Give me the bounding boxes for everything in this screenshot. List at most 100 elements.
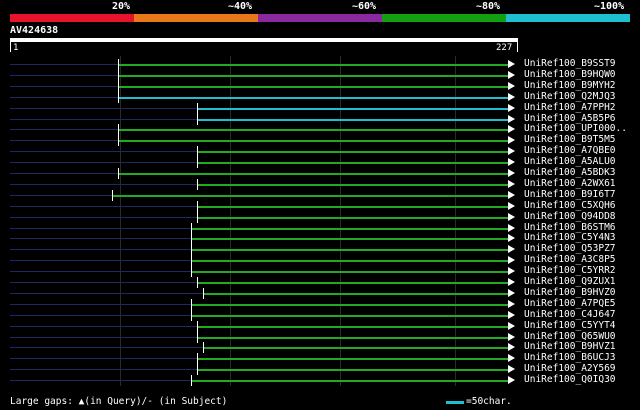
unaligned-region-line xyxy=(10,238,191,240)
alignment-bar[interactable] xyxy=(196,118,508,121)
alignment-bar[interactable] xyxy=(202,347,508,350)
alignment-bar[interactable] xyxy=(112,194,508,197)
alignment-bar[interactable] xyxy=(190,238,508,241)
hit-name[interactable]: UniRef100_B9HVZ0 xyxy=(524,287,616,298)
hit-name[interactable]: UniRef100_A5BDK3 xyxy=(524,167,616,178)
alignment-bar[interactable] xyxy=(196,369,508,372)
alignment-bar[interactable] xyxy=(190,271,508,274)
hit-name[interactable]: UniRef100_C5Y4N3 xyxy=(524,232,616,243)
unaligned-region-line xyxy=(10,336,197,338)
arrow-right-icon xyxy=(508,212,515,221)
hit-row[interactable]: UniRef100_Q0IQ30 xyxy=(0,374,640,387)
legend-label-20: 20% xyxy=(112,1,131,12)
hit-name[interactable]: UniRef100_A5ALU0 xyxy=(524,156,616,167)
hit-name[interactable]: UniRef100_Q0IQ30 xyxy=(524,374,616,385)
arrow-right-icon xyxy=(508,70,515,79)
unaligned-region-line xyxy=(10,64,119,65)
query-start-mark xyxy=(10,42,11,52)
alignment-bar[interactable] xyxy=(118,129,508,132)
legend-segment-20 xyxy=(10,14,134,22)
alignment-bar[interactable] xyxy=(118,96,508,99)
alignment-bar[interactable] xyxy=(196,183,508,186)
unaligned-region-line xyxy=(10,227,191,229)
alignment-bar[interactable] xyxy=(196,336,508,339)
unaligned-region-line xyxy=(10,249,191,251)
hit-name[interactable]: UniRef100_UPI000.. xyxy=(524,123,627,134)
alignment-bar[interactable] xyxy=(196,205,508,208)
alignment-start-mark xyxy=(118,168,120,179)
hit-name[interactable]: UniRef100_A7QBE0 xyxy=(524,145,616,156)
unaligned-region-line xyxy=(10,96,119,98)
hit-name[interactable]: UniRef100_B9I6T7 xyxy=(524,189,616,200)
hit-name[interactable]: UniRef100_Q94DD8 xyxy=(524,211,616,222)
alignment-start-mark xyxy=(190,266,192,278)
alignment-start-mark xyxy=(190,244,192,256)
alignment-bar[interactable] xyxy=(190,260,508,263)
alignment-bar[interactable] xyxy=(196,216,508,219)
alignment-bar[interactable] xyxy=(196,162,508,165)
unaligned-region-line xyxy=(10,380,191,382)
hit-name[interactable]: UniRef100_Q65WU0 xyxy=(524,331,616,342)
hit-name[interactable]: UniRef100_A3C8P5 xyxy=(524,254,616,265)
hit-name[interactable]: UniRef100_C4J647 xyxy=(524,309,616,320)
alignment-start-mark xyxy=(202,342,204,354)
alignment-bar[interactable] xyxy=(118,64,508,66)
alignment-start-mark xyxy=(190,298,192,310)
hit-name[interactable]: UniRef100_Q53PZ7 xyxy=(524,243,616,254)
hit-name[interactable]: UniRef100_C5YRR2 xyxy=(524,265,616,276)
alignment-bar[interactable] xyxy=(118,85,508,88)
arrow-right-icon xyxy=(508,256,515,265)
arrow-right-icon xyxy=(508,332,515,341)
alignment-bar[interactable] xyxy=(196,282,508,284)
alignment-start-mark xyxy=(196,178,198,190)
hit-name[interactable]: UniRef100_B9MYH2 xyxy=(524,80,616,91)
alignment-bar[interactable] xyxy=(196,358,508,361)
arrow-right-icon xyxy=(508,245,515,254)
alignment-bar[interactable] xyxy=(118,173,508,175)
legend-label-100: ~100% xyxy=(594,1,625,12)
alignment-bar[interactable] xyxy=(196,107,508,110)
hit-name[interactable]: UniRef100_Q2MJQ3 xyxy=(524,91,616,102)
hit-name[interactable]: UniRef100_A2WX61 xyxy=(524,178,616,189)
unaligned-region-line xyxy=(10,129,119,131)
hit-name[interactable]: UniRef100_A2Y569 xyxy=(524,363,616,374)
alignment-bar[interactable] xyxy=(190,249,508,252)
arrow-right-icon xyxy=(508,103,515,112)
alignment-bar[interactable] xyxy=(190,314,508,317)
unaligned-region-line xyxy=(10,107,197,109)
legend-label-40: ~40% xyxy=(228,1,253,12)
hit-name[interactable]: UniRef100_B9SST9 xyxy=(524,58,616,69)
hit-name[interactable]: UniRef100_Q9ZUX1 xyxy=(524,276,616,287)
legend-segment-60 xyxy=(258,14,382,22)
legend-label-80: ~80% xyxy=(476,1,501,12)
hit-name[interactable]: UniRef100_B9HVZ1 xyxy=(524,341,616,352)
hit-name[interactable]: UniRef100_C5XQH6 xyxy=(524,200,616,211)
alignment-bar[interactable] xyxy=(190,303,508,306)
hit-name[interactable]: UniRef100_B9HQW0 xyxy=(524,69,616,80)
alignment-bar[interactable] xyxy=(118,74,508,77)
hit-name[interactable]: UniRef100_A5B5P6 xyxy=(524,113,616,124)
hit-name[interactable]: UniRef100_B6UCJ3 xyxy=(524,352,616,363)
hit-name[interactable]: UniRef100_B6STM6 xyxy=(524,222,616,233)
hit-name[interactable]: UniRef100_A7PQE5 xyxy=(524,298,616,309)
hit-name[interactable]: UniRef100_B9T5M5 xyxy=(524,134,616,145)
hit-name[interactable]: UniRef100_A7PPH2 xyxy=(524,102,616,113)
arrow-right-icon xyxy=(508,60,515,68)
arrow-right-icon xyxy=(508,321,515,330)
unaligned-region-line xyxy=(10,140,119,142)
alignment-bar[interactable] xyxy=(202,292,508,295)
unaligned-region-line xyxy=(10,151,197,153)
alignment-start-mark xyxy=(118,124,120,136)
query-start: 1 xyxy=(13,43,19,53)
alignment-bar[interactable] xyxy=(196,151,508,154)
unaligned-region-line xyxy=(10,205,197,207)
alignment-bar[interactable] xyxy=(190,380,508,383)
hit-name[interactable]: UniRef100_C5YYT4 xyxy=(524,320,616,331)
arrow-right-icon xyxy=(508,125,515,134)
arrow-right-icon xyxy=(508,310,515,319)
gaps-legend: Large gaps: ▲(in Query)/- (in Subject) xyxy=(10,396,228,407)
alignment-bar[interactable] xyxy=(196,325,508,328)
alignment-bar[interactable] xyxy=(118,140,508,143)
alignment-bar[interactable] xyxy=(190,227,508,230)
legend-segment-80 xyxy=(382,14,506,22)
